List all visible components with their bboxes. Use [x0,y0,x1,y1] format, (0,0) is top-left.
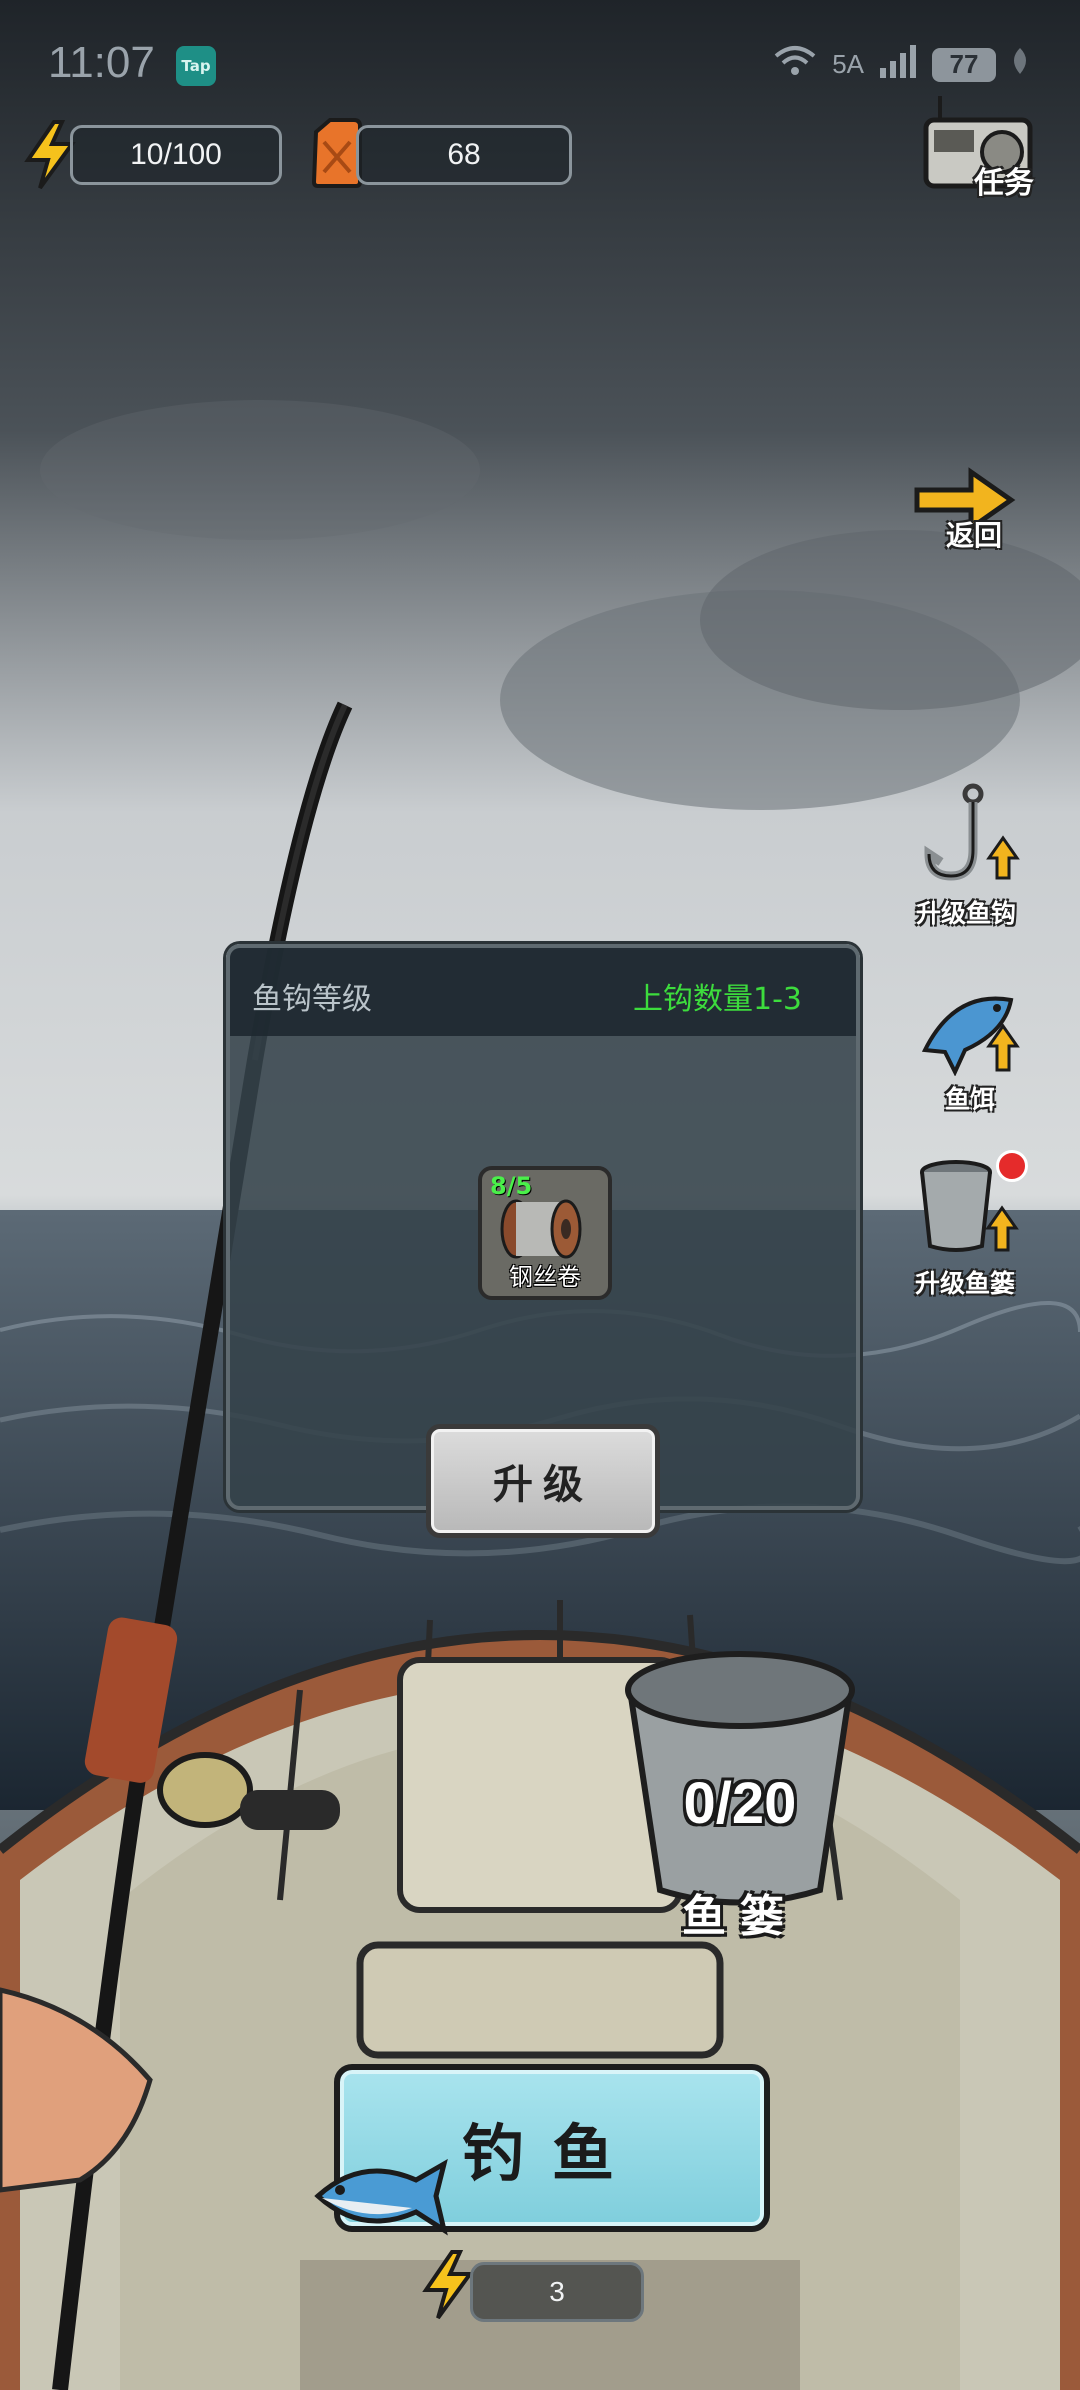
signal-label: 5A [832,49,864,79]
wire-spool-icon [500,1199,582,1259]
basket-label: 鱼篓 [682,1891,798,1942]
fish-energy-cost: 3 [470,2262,644,2322]
tasks-button[interactable]: 任务 [908,92,1048,201]
battery-indicator: 77 [932,47,996,82]
fuel-counter: 68 [356,125,572,185]
material-count: 8/5 [490,1172,533,1200]
upgrade-basket-label: 升级鱼篓 [914,1269,1015,1298]
notification-dot [996,1150,1028,1182]
upgrade-basket-button[interactable]: 升级鱼篓 [900,1150,1030,1300]
upgrade-hook-button[interactable]: 升级鱼钩 [902,780,1030,930]
material-slot[interactable]: 8/5 钢丝卷 [478,1166,612,1300]
panel-header: 鱼钩等级 上钩数量1-3 [230,948,856,1036]
upgrade-hook-label: 升级鱼钩 [915,899,1016,928]
bait-label: 鱼饵 [944,1085,995,1114]
wifi-icon [772,44,818,85]
signal-icon [878,44,918,85]
energy-counter: 10/100 [70,125,282,185]
energy-cost-icon [420,2250,476,2324]
status-time: 11:07 [48,38,155,87]
tasks-label: 任务 [974,166,1034,201]
basket-count: 0/20 [683,1771,797,1836]
hook-icon [924,783,1020,881]
hook-count-text: 上钩数量1-3 [633,982,802,1017]
back-button[interactable]: 返回 [906,460,1026,552]
fish-bait-icon [921,996,1020,1077]
material-name: 钢丝卷 [509,1263,581,1291]
leaf-icon [1010,46,1030,83]
tap-app-icon: Tap [176,46,216,86]
game-scene: 11:07 Tap 5A 77 10/100 68 任务 返回 升级鱼钩 鱼饵 … [0,0,1080,2390]
fish-icon [312,2150,452,2244]
back-label: 返回 [946,519,1003,552]
bait-button[interactable]: 鱼饵 [910,980,1030,1116]
hook-level-title: 鱼钩等级 [252,982,372,1017]
upgrade-button[interactable]: 升级 [426,1424,660,1538]
status-icons: 5A 77 [772,44,1030,85]
